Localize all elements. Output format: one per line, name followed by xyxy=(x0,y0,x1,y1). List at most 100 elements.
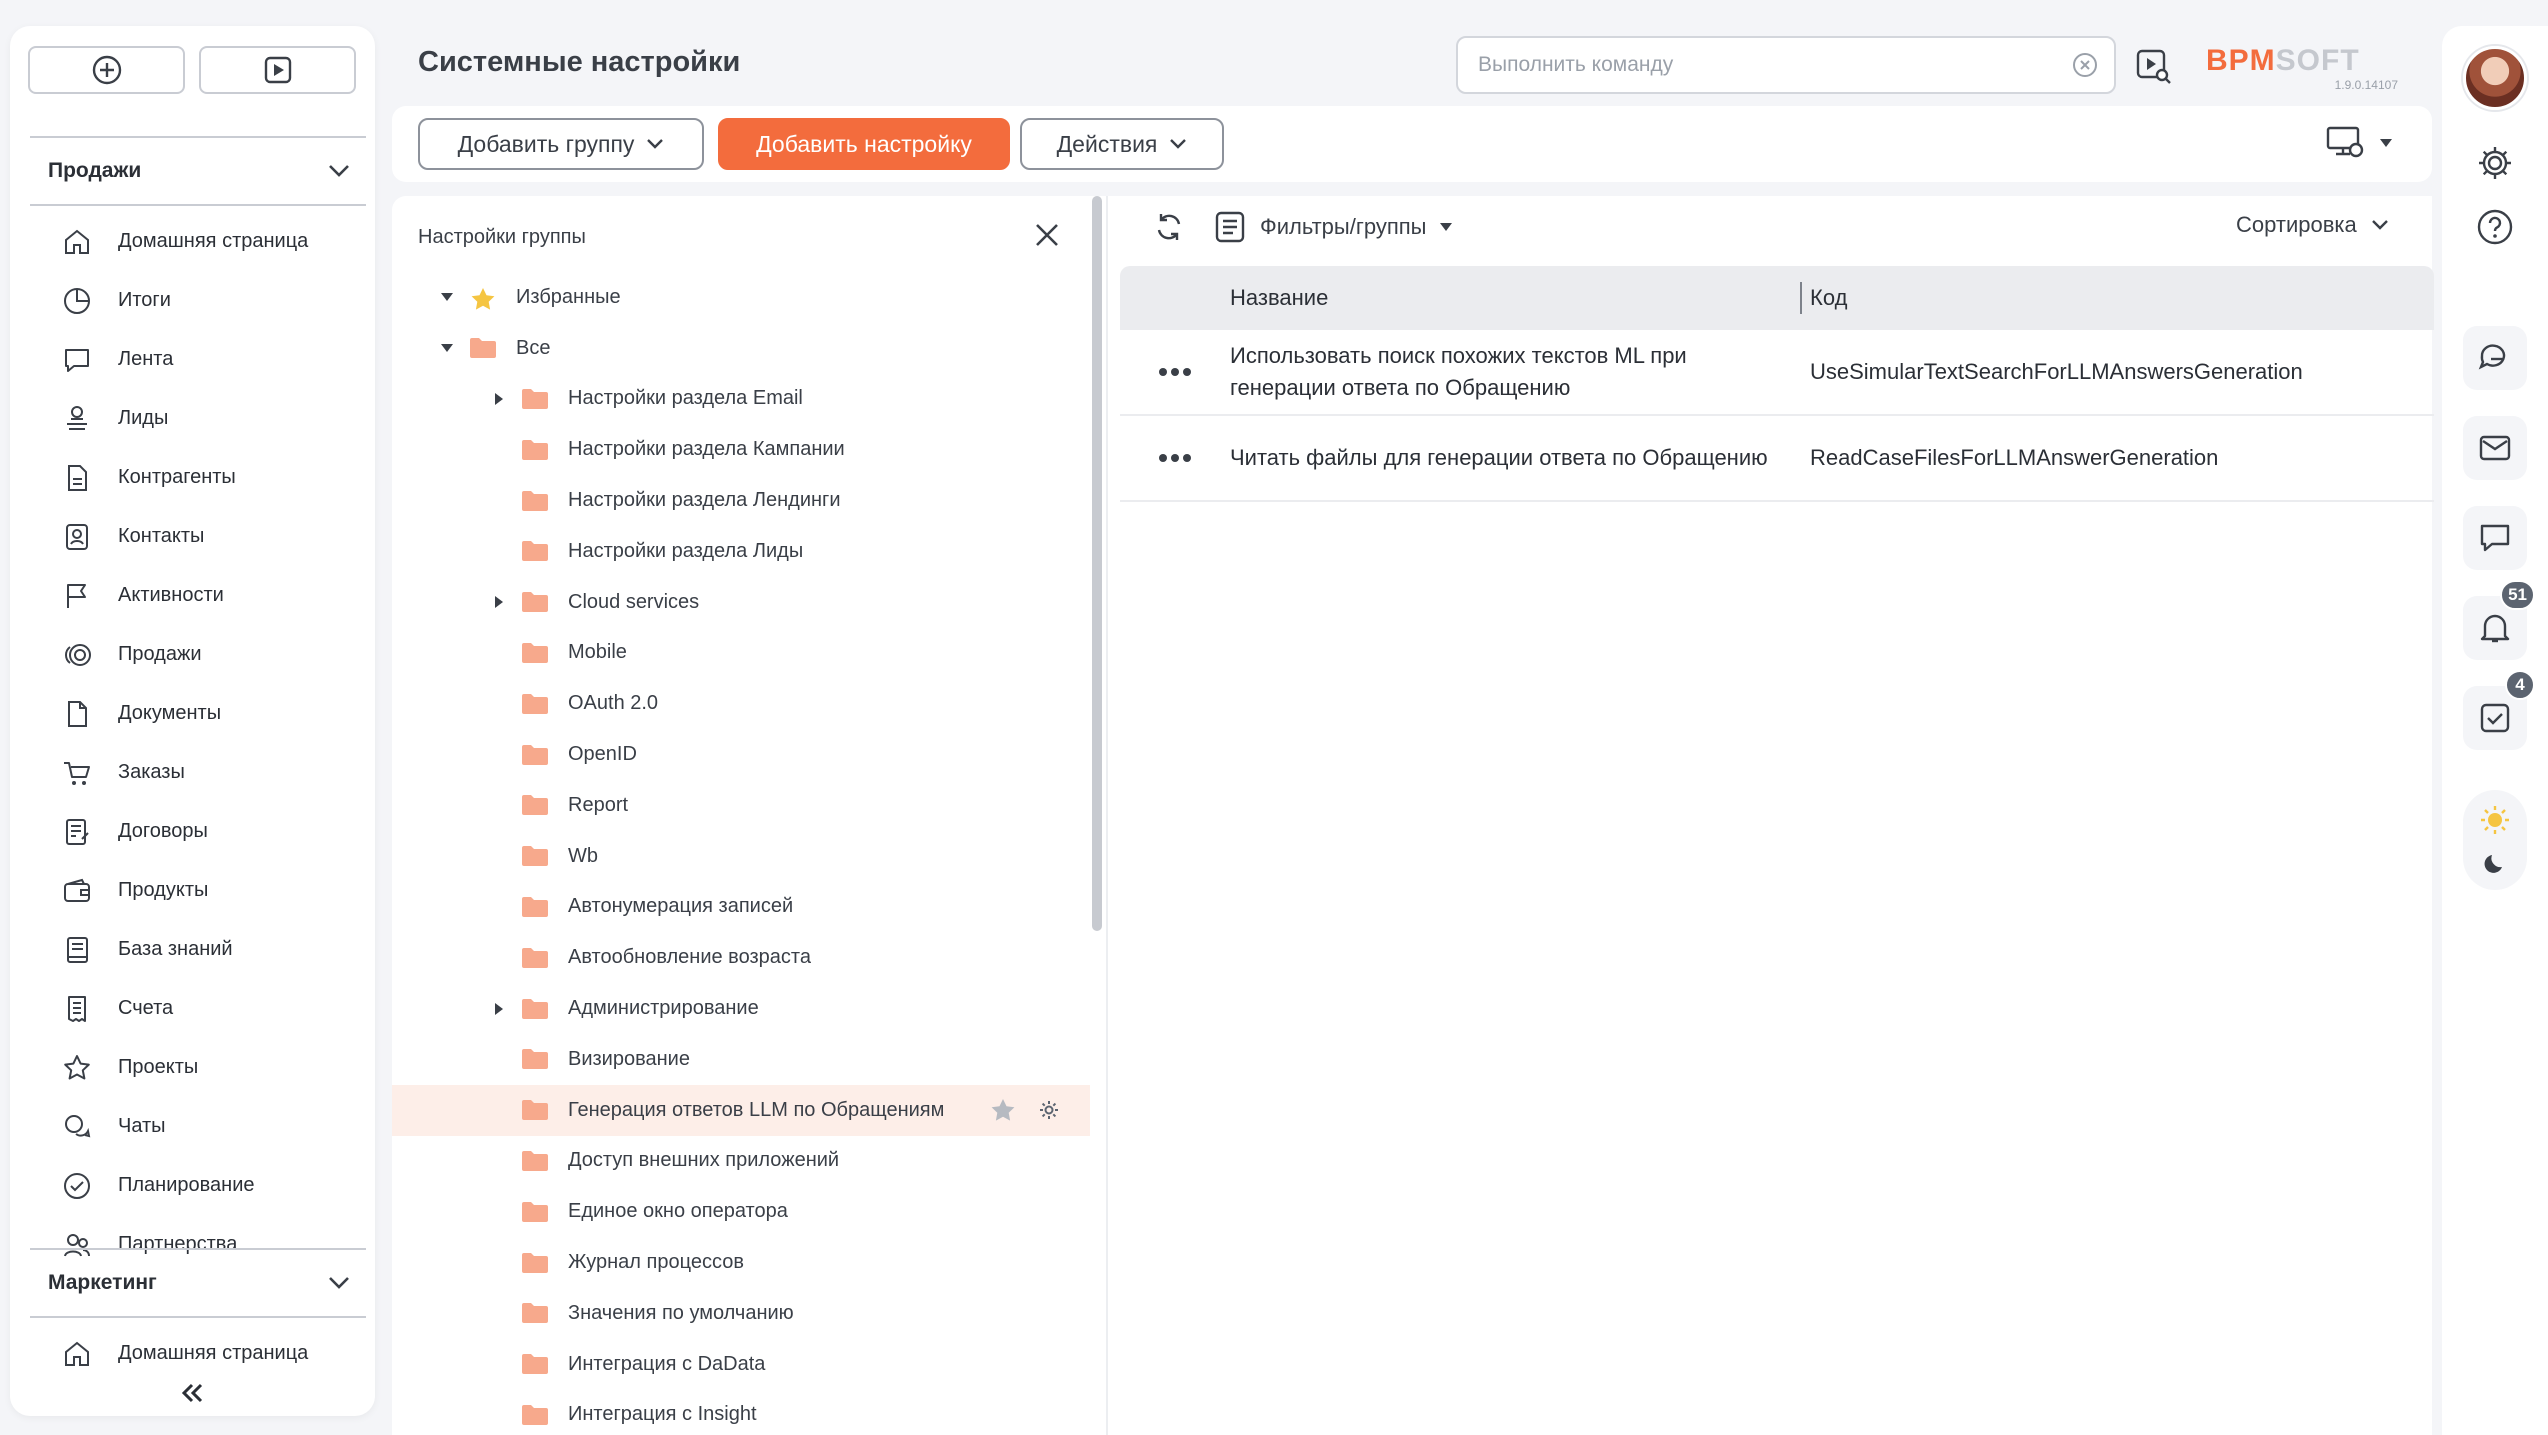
sidebar-top-actions xyxy=(28,46,356,94)
expanded-arrow-icon[interactable] xyxy=(440,290,454,304)
moon-icon[interactable] xyxy=(2482,851,2508,877)
sidebar-item-planning[interactable]: Планирование xyxy=(10,1156,375,1215)
actions-button[interactable]: Действия xyxy=(1020,118,1224,170)
create-button[interactable] xyxy=(28,46,185,94)
tree-item-label: Cloud services xyxy=(568,590,700,613)
favorite-star-icon[interactable] xyxy=(990,1098,1016,1122)
tree-item-folder-selected[interactable]: Генерация ответов LLM по Обращениям xyxy=(392,1084,1090,1136)
section-sales-label: Продажи xyxy=(48,159,142,182)
add-group-button[interactable]: Добавить группу xyxy=(418,118,704,170)
sidebar-item-contracts[interactable]: Договоры xyxy=(10,802,375,861)
sidebar-item-products[interactable]: Продукты xyxy=(10,861,375,920)
tree-item-label: Интеграция с DaData xyxy=(568,1352,766,1375)
collapse-sidebar-button[interactable] xyxy=(10,1382,375,1404)
tree-item-folder[interactable]: Администрирование xyxy=(392,983,1090,1034)
tree-item-folder[interactable]: OpenID xyxy=(392,729,1090,780)
command-input[interactable] xyxy=(1478,53,2072,77)
section-sales-header[interactable]: Продажи xyxy=(30,136,366,206)
system-settings-button[interactable] xyxy=(2442,144,2548,182)
filters-groups-button[interactable]: Фильтры/группы xyxy=(1214,210,1453,244)
collapsed-arrow-icon[interactable] xyxy=(492,1002,506,1016)
refresh-button[interactable] xyxy=(1152,210,1186,244)
tree-item-favorites[interactable]: Избранные xyxy=(392,272,1090,323)
sidebar-item-activities[interactable]: Активности xyxy=(10,566,375,625)
close-tree-button[interactable] xyxy=(1032,220,1062,250)
tree-item-label: Визирование xyxy=(568,1047,690,1070)
tree-item-folder[interactable]: Интеграция с Insight xyxy=(392,1390,1090,1435)
tree-item-folder[interactable]: Единое окно оператора xyxy=(392,1186,1090,1237)
sidebar-item-contacts[interactable]: Контакты xyxy=(10,507,375,566)
theme-switcher[interactable] xyxy=(2442,790,2548,890)
sidebar-item-invoices[interactable]: Счета xyxy=(10,979,375,1038)
sidebar-item-projects[interactable]: Проекты xyxy=(10,1038,375,1097)
help-button[interactable] xyxy=(2442,208,2548,246)
tree-item-folder[interactable]: Настройки раздела Кампании xyxy=(392,424,1090,475)
sidebar-item-home[interactable]: Домашняя страница xyxy=(10,212,375,271)
tree-item-folder[interactable]: Автонумерация записей xyxy=(392,882,1090,933)
column-header-name[interactable]: Название xyxy=(1230,282,1800,314)
tree-item-folder[interactable]: Wb xyxy=(392,831,1090,882)
collapsed-arrow-icon[interactable] xyxy=(492,595,506,609)
sidebar-item-orders[interactable]: Заказы xyxy=(10,743,375,802)
tasks-button[interactable]: 4 xyxy=(2442,670,2548,750)
tree-item-folder[interactable]: Доступ внешних приложений xyxy=(392,1136,1090,1187)
tree-item-folder[interactable]: Журнал процессов xyxy=(392,1237,1090,1288)
sidebar-item-summaries[interactable]: Итоги xyxy=(10,271,375,330)
sidebar-item-marketing-home[interactable]: Домашняя страница xyxy=(10,1324,375,1383)
tree-item-folder[interactable]: Визирование xyxy=(392,1034,1090,1085)
expanded-arrow-icon[interactable] xyxy=(440,341,454,355)
folder-icon xyxy=(522,998,548,1019)
sidebar-item-documents[interactable]: Документы xyxy=(10,684,375,743)
tree-item-all[interactable]: Все xyxy=(392,323,1090,374)
tree-item-folder[interactable]: Автообновление возраста xyxy=(392,932,1090,983)
sidebar-item-chats[interactable]: Чаты xyxy=(10,1097,375,1156)
row-menu-button[interactable] xyxy=(1120,453,1230,463)
add-setting-button[interactable]: Добавить настройку xyxy=(718,118,1010,170)
tree-item-folder[interactable]: Настройки раздела Лендинги xyxy=(392,475,1090,526)
chats-panel-button[interactable] xyxy=(2442,326,2548,390)
refresh-icon xyxy=(1157,214,1181,240)
tree-item-label: Единое окно оператора xyxy=(568,1200,788,1223)
collapsed-arrow-icon[interactable] xyxy=(492,392,506,406)
clear-icon[interactable] xyxy=(2072,52,2098,78)
sidebar-item-knowledge-base[interactable]: База знаний xyxy=(10,920,375,979)
row-menu-button[interactable] xyxy=(1120,367,1230,377)
sidebar-item-label: Продукты xyxy=(118,879,209,901)
tree-item-folder[interactable]: OAuth 2.0 xyxy=(392,678,1090,729)
sidebar-item-opportunities[interactable]: Продажи xyxy=(10,625,375,684)
sort-button[interactable]: Сортировка xyxy=(2236,212,2389,238)
sidebar-item-accounts[interactable]: Контрагенты xyxy=(10,448,375,507)
folder-icon xyxy=(470,338,496,359)
sidebar-item-feed[interactable]: Лента xyxy=(10,330,375,389)
chevron-down-icon xyxy=(329,1277,349,1289)
section-marketing-header[interactable]: Маркетинг xyxy=(30,1248,366,1318)
gear-icon[interactable] xyxy=(1038,1099,1060,1121)
sun-icon[interactable] xyxy=(2479,804,2511,836)
table-row[interactable]: Читать файлы для генерации ответа по Обр… xyxy=(1120,416,2434,502)
app-version: 1.9.0.14107 xyxy=(2334,78,2398,92)
tree-item-folder[interactable]: Report xyxy=(392,780,1090,831)
tree-item-folder[interactable]: Интеграция с DaData xyxy=(392,1339,1090,1390)
tree-scrollbar[interactable] xyxy=(1092,196,1102,931)
feed-panel-button[interactable] xyxy=(2442,506,2548,570)
home-icon xyxy=(60,225,94,259)
invoice-icon xyxy=(60,992,94,1026)
sidebar-item-leads[interactable]: Лиды xyxy=(10,389,375,448)
run-process-button[interactable] xyxy=(199,46,356,94)
column-resizer[interactable] xyxy=(1800,282,1802,314)
run-command-button[interactable] xyxy=(2135,48,2171,84)
view-settings-button[interactable] xyxy=(2326,126,2392,160)
tree-item-folder[interactable]: Значения по умолчанию xyxy=(392,1288,1090,1339)
tree-item-folder[interactable]: Настройки раздела Лиды xyxy=(392,526,1090,577)
tree-item-folder[interactable]: Cloud services xyxy=(392,577,1090,628)
tree-item-folder[interactable]: Mobile xyxy=(392,628,1090,679)
chat-bubble-icon xyxy=(60,343,94,377)
chats-icon xyxy=(60,1110,94,1144)
more-dots-icon xyxy=(1159,454,1191,462)
column-header-code[interactable]: Код xyxy=(1810,285,2434,311)
email-panel-button[interactable] xyxy=(2442,416,2548,480)
table-row[interactable]: Использовать поиск похожих текстов ML пр… xyxy=(1120,330,2434,416)
user-avatar-button[interactable] xyxy=(2442,46,2548,110)
tree-item-folder[interactable]: Настройки раздела Email xyxy=(392,374,1090,425)
notifications-button[interactable]: 51 xyxy=(2442,580,2548,660)
